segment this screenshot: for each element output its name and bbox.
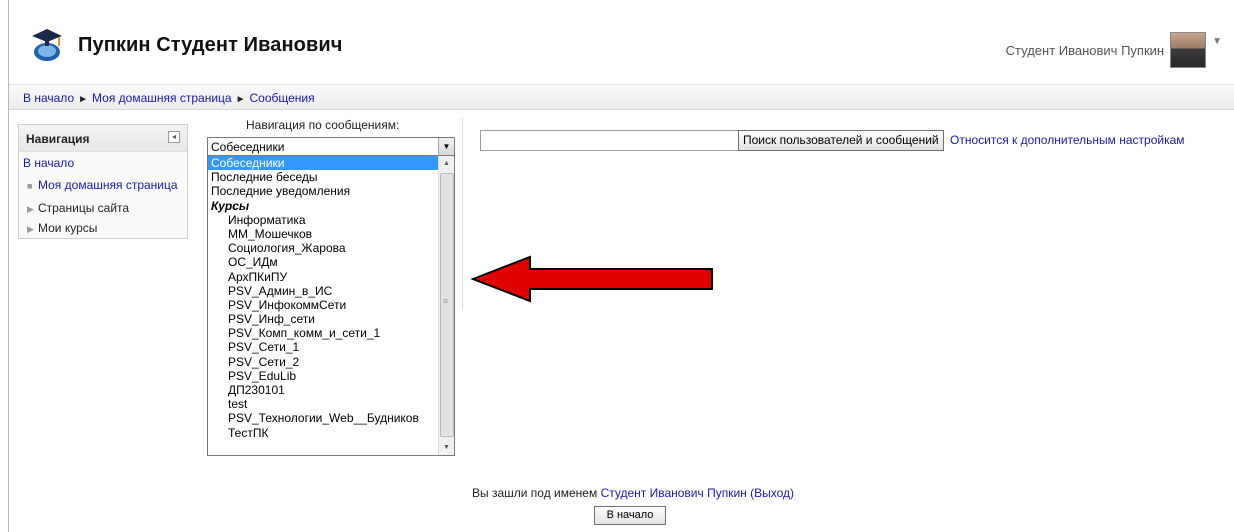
user-name[interactable]: Студент Иванович Пупкин [1006,43,1164,58]
scroll-up-icon[interactable]: ▲ [439,156,454,171]
message-navigation-select[interactable]: Собеседники ▼ [207,137,455,156]
chevron-down-icon[interactable]: ▼ [438,138,454,155]
dropdown-option[interactable]: PSV_ИнфокоммСети [208,298,454,312]
dropdown-option[interactable]: ТестПК [208,426,454,440]
search-input[interactable] [480,130,740,151]
message-navigation-label: Навигация по сообщениям: [246,118,400,132]
nav-item-my-courses[interactable]: ▶ Мои курсы [27,221,97,235]
avatar[interactable] [1170,32,1207,68]
breadcrumb: В начало ► Моя домашняя страница ► Сообщения [23,91,315,105]
navigation-block-title: Навигация [26,132,90,146]
dropdown-option[interactable]: PSV_Комп_комм_и_сети_1 [208,326,454,340]
chevron-down-icon[interactable]: ▼ [1212,36,1222,47]
home-button[interactable]: В начало [594,506,666,525]
nav-item-dashboard-label[interactable]: Моя домашняя страница [38,178,178,192]
dropdown-option[interactable]: test [208,397,454,411]
message-navigation-dropdown-list[interactable]: Собеседники Последние беседы Последние уве… [207,155,455,456]
user-menu[interactable]: Студент Иванович Пупкин ▼ [1006,32,1222,68]
search-button[interactable]: Поиск пользователей и сообщений [738,130,944,151]
site-title: Пупкин Студент Иванович [78,34,343,56]
column-divider [462,118,463,310]
nav-item-my-courses-label[interactable]: Мои курсы [38,221,97,235]
nav-home-link[interactable]: В начало [23,156,74,170]
dropdown-option[interactable]: PSV_EduLib [208,369,454,383]
dropdown-scrollbar[interactable]: ▲ ▼ [438,156,454,455]
scrollbar-thumb[interactable] [440,173,454,437]
navigation-block: Навигация ◂ В начало ■ Моя домашняя стран… [18,124,188,239]
logout-link[interactable]: (Выход) [750,486,794,500]
breadcrumb-messages[interactable]: Сообщения [249,91,314,105]
expand-arrow-icon[interactable]: ▶ [27,224,38,235]
navbar: В начало ► Моя домашняя страница ► Сообщения [9,84,1234,110]
login-info: Вы зашли под именем Студент Иванович Пуп… [472,486,794,500]
scroll-down-icon[interactable]: ▼ [439,440,454,455]
dropdown-option[interactable]: Последние беседы [208,170,454,184]
nav-item-site-pages-label[interactable]: Страницы сайта [38,201,129,215]
moodle-logo-icon[interactable] [30,24,64,62]
dropdown-option[interactable]: ДП230101 [208,383,454,397]
red-arrow-annotation-icon [470,255,713,303]
dropdown-option[interactable]: PSV_Инф_сети [208,312,454,326]
breadcrumb-separator-icon: ► [78,94,89,105]
breadcrumb-separator-icon: ► [235,94,246,105]
bullet-icon: ■ [27,181,33,191]
breadcrumb-home[interactable]: В начало [23,91,74,105]
dropdown-option[interactable]: ОС_ИДм [208,255,454,269]
dropdown-optgroup: Курсы [211,198,250,213]
message-navigation-selected[interactable]: Собеседники [211,140,284,154]
dropdown-option[interactable]: Информатика [208,213,454,227]
collapse-block-icon[interactable]: ◂ [168,131,180,143]
dropdown-option[interactable]: PSV_Сети_1 [208,340,454,354]
dropdown-option[interactable]: PSV_Технологии_Web__Будников [208,411,454,425]
nav-item-dashboard[interactable]: ■ Моя домашняя страница [27,178,178,192]
dropdown-option[interactable]: PSV_Сети_2 [208,355,454,369]
navigation-block-header: Навигация ◂ [19,125,187,152]
dropdown-option[interactable]: Собеседники [208,156,438,171]
breadcrumb-dashboard[interactable]: Моя домашняя страница [92,91,232,105]
dropdown-option[interactable]: АрхПКиПУ [208,270,454,284]
login-info-prefix: Вы зашли под именем [472,486,601,500]
dropdown-option[interactable]: ММ_Мошечков [208,227,454,241]
nav-item-site-pages[interactable]: ▶ Страницы сайта [27,201,129,215]
expand-arrow-icon[interactable]: ▶ [27,204,38,215]
dropdown-option[interactable]: Социология_Жарова [208,241,454,255]
advanced-settings-link[interactable]: Относится к дополнительным настройкам [950,133,1185,147]
dropdown-option[interactable]: Последние уведомления [208,184,454,198]
dropdown-option[interactable]: PSV_Админ_в_ИС [208,284,454,298]
profile-link[interactable]: Студент Иванович Пупкин [601,486,747,500]
